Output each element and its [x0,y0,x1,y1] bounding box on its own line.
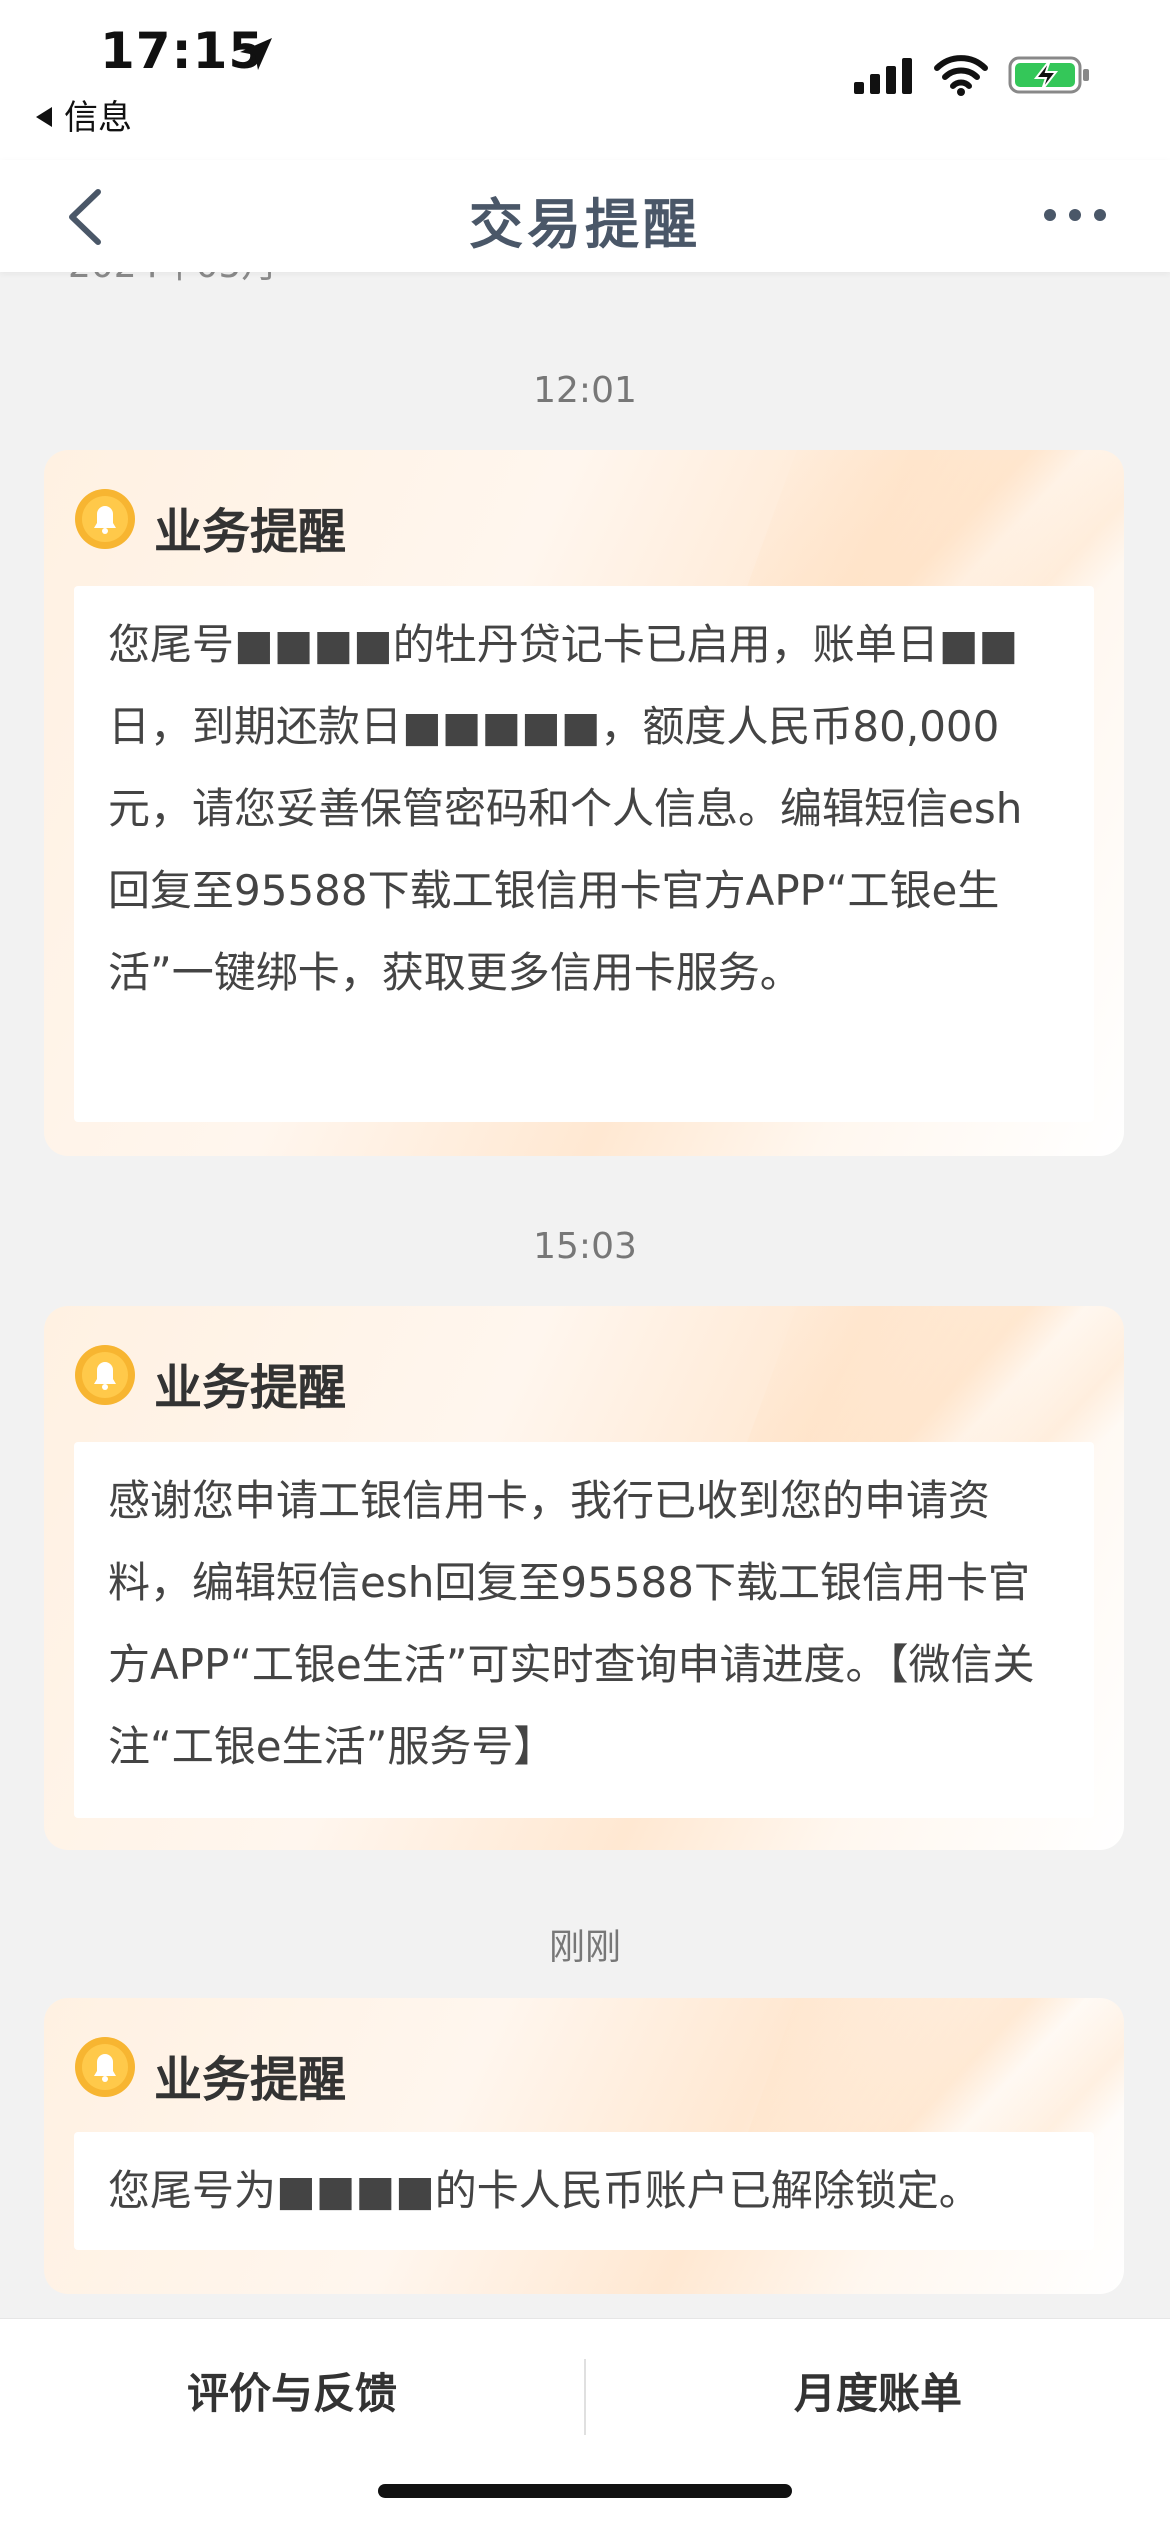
message-body: 您尾号为■■■■的卡人民币账户已解除锁定。 [74,2132,1094,2250]
back-to-app[interactable]: 信息 [36,90,132,139]
signal-icon [854,58,912,94]
location-arrow-icon [240,38,272,70]
home-indicator[interactable] [378,2484,792,2498]
card-title: 业务提醒 [154,2052,347,2108]
status-bar: 17:15 信息 [0,0,1170,160]
message-card[interactable]: 业务提醒 感谢您申请工银信用卡，我行已收到您的申请资料，编辑短信esh回复至95… [44,1306,1124,1850]
message-body: 感谢您申请工银信用卡，我行已收到您的申请资料，编辑短信esh回复至95588下载… [74,1442,1094,1818]
message-body: 您尾号■■■■的牡丹贷记卡已启用，账单日■■日，到期还款日■■■■■，额度人民币… [74,586,1094,1122]
monthly-bill-button[interactable]: 月度账单 [586,2319,1170,2469]
card-title: 业务提醒 [154,504,347,560]
message-card[interactable]: 业务提醒 您尾号为■■■■的卡人民币账户已解除锁定。 [44,1998,1124,2294]
nav-bar: 交易提醒 [0,160,1170,272]
wifi-icon [934,55,988,96]
back-app-label: 信息 [64,98,132,138]
bell-icon [75,2037,135,2097]
bell-icon [75,1345,135,1405]
battery-charging-icon [1008,56,1089,94]
message-time: 12:01 [533,370,637,411]
back-triangle-icon [36,107,52,127]
page-title: 交易提醒 [469,193,701,256]
message-card[interactable]: 业务提醒 您尾号■■■■的牡丹贷记卡已启用，账单日■■日，到期还款日■■■■■，… [44,450,1124,1156]
bell-icon [75,489,135,549]
bottom-bar: 评价与反馈 月度账单 [0,2318,1170,2533]
more-dots-icon[interactable] [1040,200,1110,230]
card-title: 业务提醒 [154,1360,347,1416]
message-time: 15:03 [533,1226,637,1267]
message-time: 刚刚 [548,1927,621,1968]
feedback-button[interactable]: 评价与反馈 [0,2319,584,2469]
